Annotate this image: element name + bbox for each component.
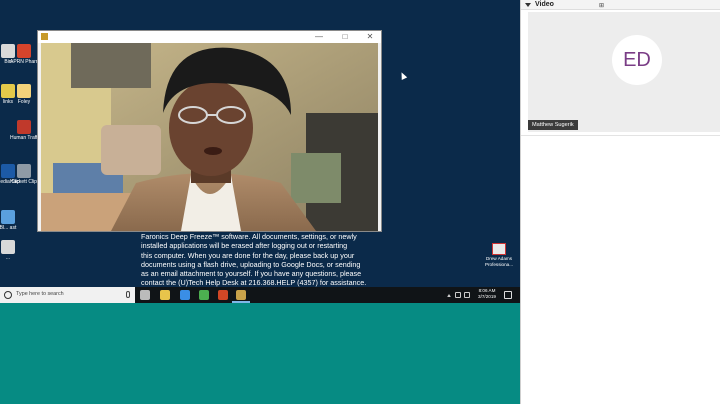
task-view-icon[interactable] <box>140 290 150 300</box>
participant-name-label: Matthew Sugerik <box>528 120 578 130</box>
panel-divider <box>521 135 720 136</box>
file-icon <box>1 240 15 254</box>
notice-line: documents using a flash drive, uploading… <box>141 259 361 269</box>
desktop-icon-label: ... <box>5 255 11 261</box>
desktop-icon[interactable]: Hackett Clip 82 <box>10 164 38 185</box>
mouse-cursor-icon <box>398 71 408 80</box>
network-icon[interactable] <box>455 292 461 298</box>
media-player-icon[interactable] <box>236 290 246 300</box>
video-panel-title: Video <box>535 1 554 8</box>
tray-overflow-chevron-icon[interactable] <box>447 294 451 297</box>
cortana-circle-icon <box>4 291 12 299</box>
desktop-icon-label: Bl... ast <box>0 225 17 231</box>
file-icon <box>17 164 31 178</box>
video-still-image <box>41 43 378 231</box>
taskbar-clock[interactable]: 8:06 AM 3/7/2019 <box>476 288 498 301</box>
desktop-icon-label: APRN Pharmacol... <box>10 59 38 65</box>
media-app-icon <box>41 33 48 40</box>
chrome-icon[interactable] <box>199 290 209 300</box>
desktop-icon-label: Drew Adams Professiona... <box>484 256 514 267</box>
desktop-icon-label: Foley <box>17 99 31 105</box>
taskbar: Type here to search 8:06 AM 3/7/2019 <box>0 287 520 303</box>
notice-line: Faronics Deep Freeze™ software. All docu… <box>141 232 357 241</box>
desktop-icon[interactable]: Human Traffickin... <box>10 120 38 141</box>
microphone-icon[interactable] <box>126 291 130 298</box>
edge-icon[interactable] <box>180 290 190 300</box>
video-panel: Video ⊞ ED Matthew Sugerik <box>520 0 720 404</box>
video-player-window[interactable]: — □ ✕ <box>37 30 382 232</box>
taskbar-search-box[interactable]: Type here to search <box>0 287 135 303</box>
deep-freeze-notice: Faronics Deep Freeze™ software. All docu… <box>141 232 373 288</box>
volume-icon[interactable] <box>464 292 470 298</box>
background-area <box>0 303 520 404</box>
action-center-icon[interactable] <box>504 291 512 299</box>
gallery-view-icon[interactable]: ⊞ <box>599 2 604 9</box>
file-icon <box>17 120 31 134</box>
desktop-icon[interactable]: ... <box>0 240 22 261</box>
chevron-down-icon[interactable] <box>525 3 531 7</box>
powerpoint-icon[interactable] <box>218 290 228 300</box>
desktop-icon-drew-adams[interactable]: Drew Adams Professiona... <box>482 243 516 267</box>
maximize-button[interactable]: □ <box>336 31 354 43</box>
close-button[interactable]: ✕ <box>361 31 379 43</box>
desktop-icon[interactable]: Foley <box>10 84 38 105</box>
notice-line: as an email attachment to yourself. If y… <box>141 269 362 279</box>
desktop-icon[interactable]: APRN Pharmacol... <box>10 44 38 65</box>
video-frame[interactable] <box>41 43 378 231</box>
video-panel-header[interactable]: Video ⊞ <box>521 0 720 10</box>
video-window-titlebar[interactable]: — □ ✕ <box>38 31 381 43</box>
clock-date: 3/7/2019 <box>478 294 496 300</box>
desktop-icon-label: Hackett Clip 82 <box>10 179 38 185</box>
file-explorer-icon[interactable] <box>160 290 170 300</box>
file-icon <box>17 44 31 58</box>
file-icon <box>17 84 31 98</box>
minimize-button[interactable]: — <box>310 31 328 43</box>
search-placeholder: Type here to search <box>16 291 64 297</box>
document-icon <box>492 243 506 255</box>
remote-desktop: BinAPRN Pharmacol...linksFoleyHuman Traf… <box>0 0 520 303</box>
notice-line: installed applications will be erased af… <box>141 241 348 251</box>
file-icon <box>1 210 15 224</box>
participant-avatar: ED <box>612 35 662 85</box>
notice-line: this computer. When you are done for the… <box>141 250 355 260</box>
participant-video-tile[interactable]: ED Matthew Sugerik <box>528 12 720 132</box>
desktop-icon-label: Human Traffickin... <box>10 135 38 141</box>
desktop-icon[interactable]: Bl... ast <box>0 210 22 231</box>
